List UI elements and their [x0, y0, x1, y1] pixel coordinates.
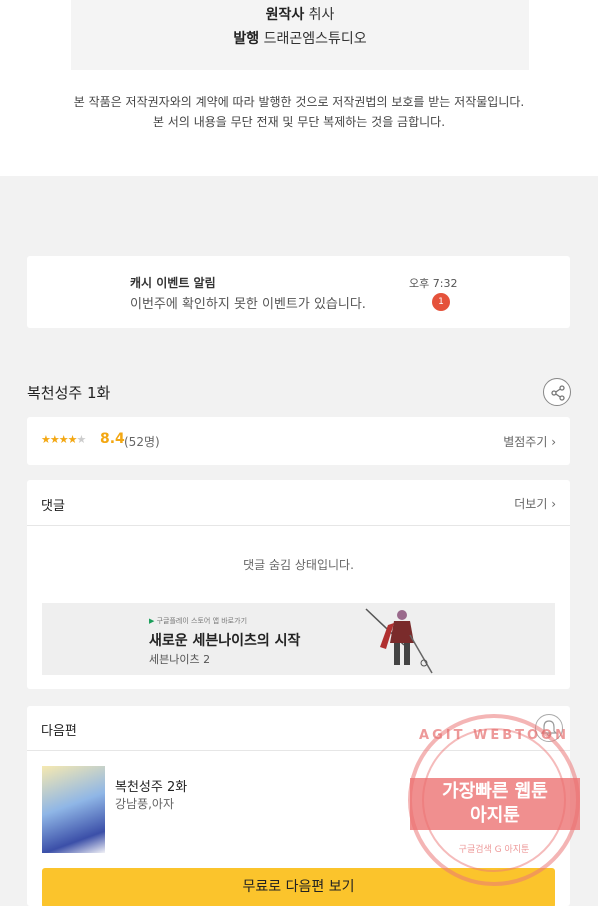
stamp-ring-text: AGIT WEBTOON [419, 728, 569, 743]
notification-message: 이번주에 확인하지 못한 이벤트가 있습니다. [130, 297, 366, 312]
watermark-stamp: AGIT WEBTOON 가장빠른 웹툰 아지툰 구글검색 G 아지툰 [408, 714, 580, 886]
copyright-line-2: 본 서의 내용을 무단 전재 및 무단 복제하는 것을 금합니다. [152, 115, 446, 129]
stamp-band: 가장빠른 웹툰 아지툰 [410, 778, 580, 830]
credits-section: 원작사 취사 발행 드래곤엠스튜디오 본 작품은 저작권자와의 계약에 따라 발… [0, 0, 598, 176]
next-episode-authors: 강남풍,아자 [115, 797, 175, 811]
notification-badge: 1 [432, 293, 450, 311]
rating-count: (52명) [124, 435, 160, 449]
event-notification[interactable]: 캐시 이벤트 알림 이번주에 확인하지 못한 이벤트가 있습니다. 오후 7:3… [27, 256, 570, 328]
star-empty-icon: ★ [76, 433, 87, 446]
publisher-row: 발행 드래곤엠스튜디오 [71, 27, 529, 51]
ad-store-text: 구글플레이 스토어 앱 바로가기 [156, 617, 248, 625]
rate-button[interactable]: 별점주기 › [503, 433, 556, 450]
publisher-label: 발행 [233, 31, 260, 47]
notification-time: 오후 7:32 [409, 277, 458, 290]
star-icon: ★ [41, 433, 51, 446]
star-rating: ★★★★★ [41, 433, 87, 446]
publisher-value: 드래곤엠스튜디오 [263, 31, 367, 47]
share-button[interactable] [543, 378, 571, 406]
star-icon: ★ [67, 433, 78, 446]
ad-subtitle: 세븐나이츠 2 [149, 653, 211, 666]
star-icon: ★ [58, 433, 69, 446]
comments-header: 댓글 더보기 › [27, 480, 570, 526]
next-episode-thumbnail[interactable] [42, 766, 105, 853]
next-episode-section-title: 다음편 [41, 724, 77, 739]
comments-hidden-message: 댓글 숨김 상태입니다. [243, 558, 354, 572]
stamp-line-2: 아지툰 [470, 805, 520, 826]
ad-headline: 새로운 세븐나이츠의 시작 [149, 633, 301, 649]
comments-more-link[interactable]: 더보기 › [514, 495, 556, 512]
ad-banner[interactable]: ▶ 구글플레이 스토어 앱 바로가기 새로운 세븐나이츠의 시작 세븐나이츠 2 [42, 603, 555, 675]
star-icon: ★ [49, 433, 60, 446]
comments-card: 댓글 더보기 › 댓글 숨김 상태입니다. ▶ 구글플레이 스토어 앱 바로가기… [27, 480, 570, 689]
copyright-notice: 본 작품은 저작권자와의 계약에 따라 발행한 것으로 저작권법의 보호를 받는… [0, 92, 598, 132]
share-icon [551, 385, 565, 401]
original-author-value: 취사 [308, 7, 335, 23]
google-play-line: ▶ 구글플레이 스토어 앱 바로가기 [149, 617, 248, 625]
stamp-line-1: 가장빠른 웹툰 [442, 781, 548, 802]
stamp-footer: 구글검색 G 아지툰 [458, 845, 530, 855]
rating-card: ★★★★★ 8.4 (52명) 별점주기 › [27, 417, 570, 465]
next-episode-title[interactable]: 복천성주 2화 [115, 776, 187, 795]
comments-title: 댓글 [41, 499, 65, 514]
original-author-label: 원작사 [265, 7, 305, 23]
notification-title: 캐시 이벤트 알림 [130, 276, 216, 290]
episode-title: 복천성주 1화 [27, 384, 111, 402]
original-author-row: 원작사 취사 [71, 3, 529, 27]
knight-character-image [365, 608, 433, 674]
credit-box: 원작사 취사 발행 드래곤엠스튜디오 [71, 0, 529, 70]
copyright-line-1: 본 작품은 저작권자와의 계약에 따라 발행한 것으로 저작권법의 보호를 받는… [73, 95, 525, 109]
rating-score: 8.4 [100, 431, 125, 447]
